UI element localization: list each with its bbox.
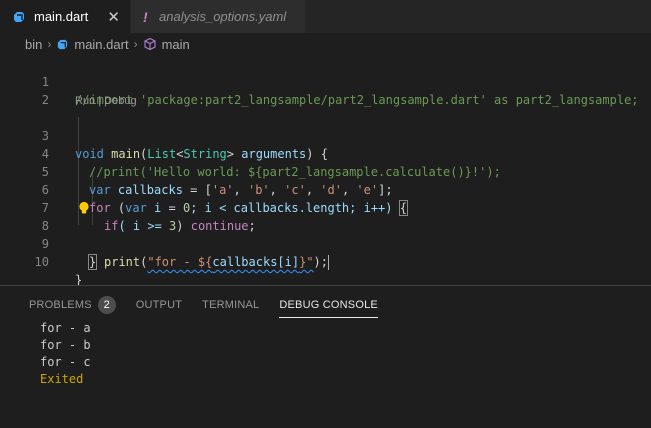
line-number: 10 [34,255,49,269]
console-line: for - b [40,338,91,352]
dart-icon [58,39,68,49]
tab-label: main.dart [34,9,89,24]
tab-label: TERMINAL [202,299,260,311]
close-icon[interactable]: ✕ [107,8,120,26]
code-line: 2 [0,73,651,107]
tab-label: DEBUG CONSOLE [279,299,378,311]
bottom-panel: PROBLEMS 2 OUTPUT TERMINAL DEBUG CONSOLE… [0,285,651,428]
breadcrumb-folder[interactable]: bin [25,37,42,52]
code-line: 9 } [0,217,651,270]
breadcrumb-symbol-label: main [161,36,190,52]
codelens-run-debug[interactable]: Run | Debug [75,92,137,110]
breadcrumb: bin › main.dart › main [0,33,651,55]
tab-label: OUTPUT [135,299,183,311]
code-line: 7 if( i >= 3) continue; [0,181,651,233]
panel-tabs: PROBLEMS 2 OUTPUT TERMINAL DEBUG CONSOLE [0,286,651,324]
tab-main-dart[interactable]: main.dart ✕ [0,0,130,33]
console-line: for - c [40,355,91,369]
breadcrumb-symbol[interactable]: main [143,37,190,52]
code-line: 4 //print('Hello world: ${part2_langsamp… [0,127,651,179]
editor-tab-bar: main.dart ✕ ! analysis_options.yaml [0,0,651,33]
text-cursor [328,255,329,270]
matched-bracket: } [87,254,98,270]
lightbulb-icon[interactable] [77,199,91,217]
tab-debug-console[interactable]: DEBUG CONSOLE [279,286,378,324]
code-line: 6 for (var i = 0; i < callbacks.length; … [0,163,651,216]
code-text: print("for - ${callbacks[i]}"); [104,255,329,270]
code-text: //import 'package:part2_langsample/part2… [75,93,639,107]
chevron-right-icon: › [47,37,52,51]
code-line: 8 print("for - ${callbacks[i]}"); [0,199,651,270]
code-line: 10 } [0,235,651,287]
problems-count-badge: 2 [97,296,116,314]
debug-console-output: for - a for - b for - c Exited [40,320,91,388]
tab-label: PROBLEMS [29,299,92,311]
tab-analysis-options[interactable]: ! analysis_options.yaml [130,0,305,33]
tab-label: analysis_options.yaml [159,9,287,24]
code-line: 1 //import 'package:part2_langsample/par… [0,55,651,107]
tab-output[interactable]: OUTPUT [136,286,182,324]
lint-squiggle: "for - ${callbacks[i]}" [147,255,314,269]
dart-icon [14,11,24,22]
console-exited-line: Exited [40,372,84,386]
code-editor[interactable]: 1 //import 'package:part2_langsample/par… [0,55,651,287]
yaml-warning-icon: ! [143,8,148,25]
code-line: 3 void main(List<String> arguments) { [0,109,651,161]
console-line: for - a [40,321,91,335]
code-text: } [87,253,98,271]
breadcrumb-file[interactable]: main.dart [56,36,129,52]
line-number: 2 [41,93,49,107]
chevron-right-icon: › [133,37,138,51]
cube-method-icon [144,37,156,51]
tab-terminal[interactable]: TERMINAL [202,286,259,324]
code-line: 5 var callbacks = ['a', 'b', 'c', 'd', '… [0,145,651,197]
tab-problems[interactable]: PROBLEMS 2 [29,286,116,324]
breadcrumb-file-label: main.dart [74,36,129,52]
